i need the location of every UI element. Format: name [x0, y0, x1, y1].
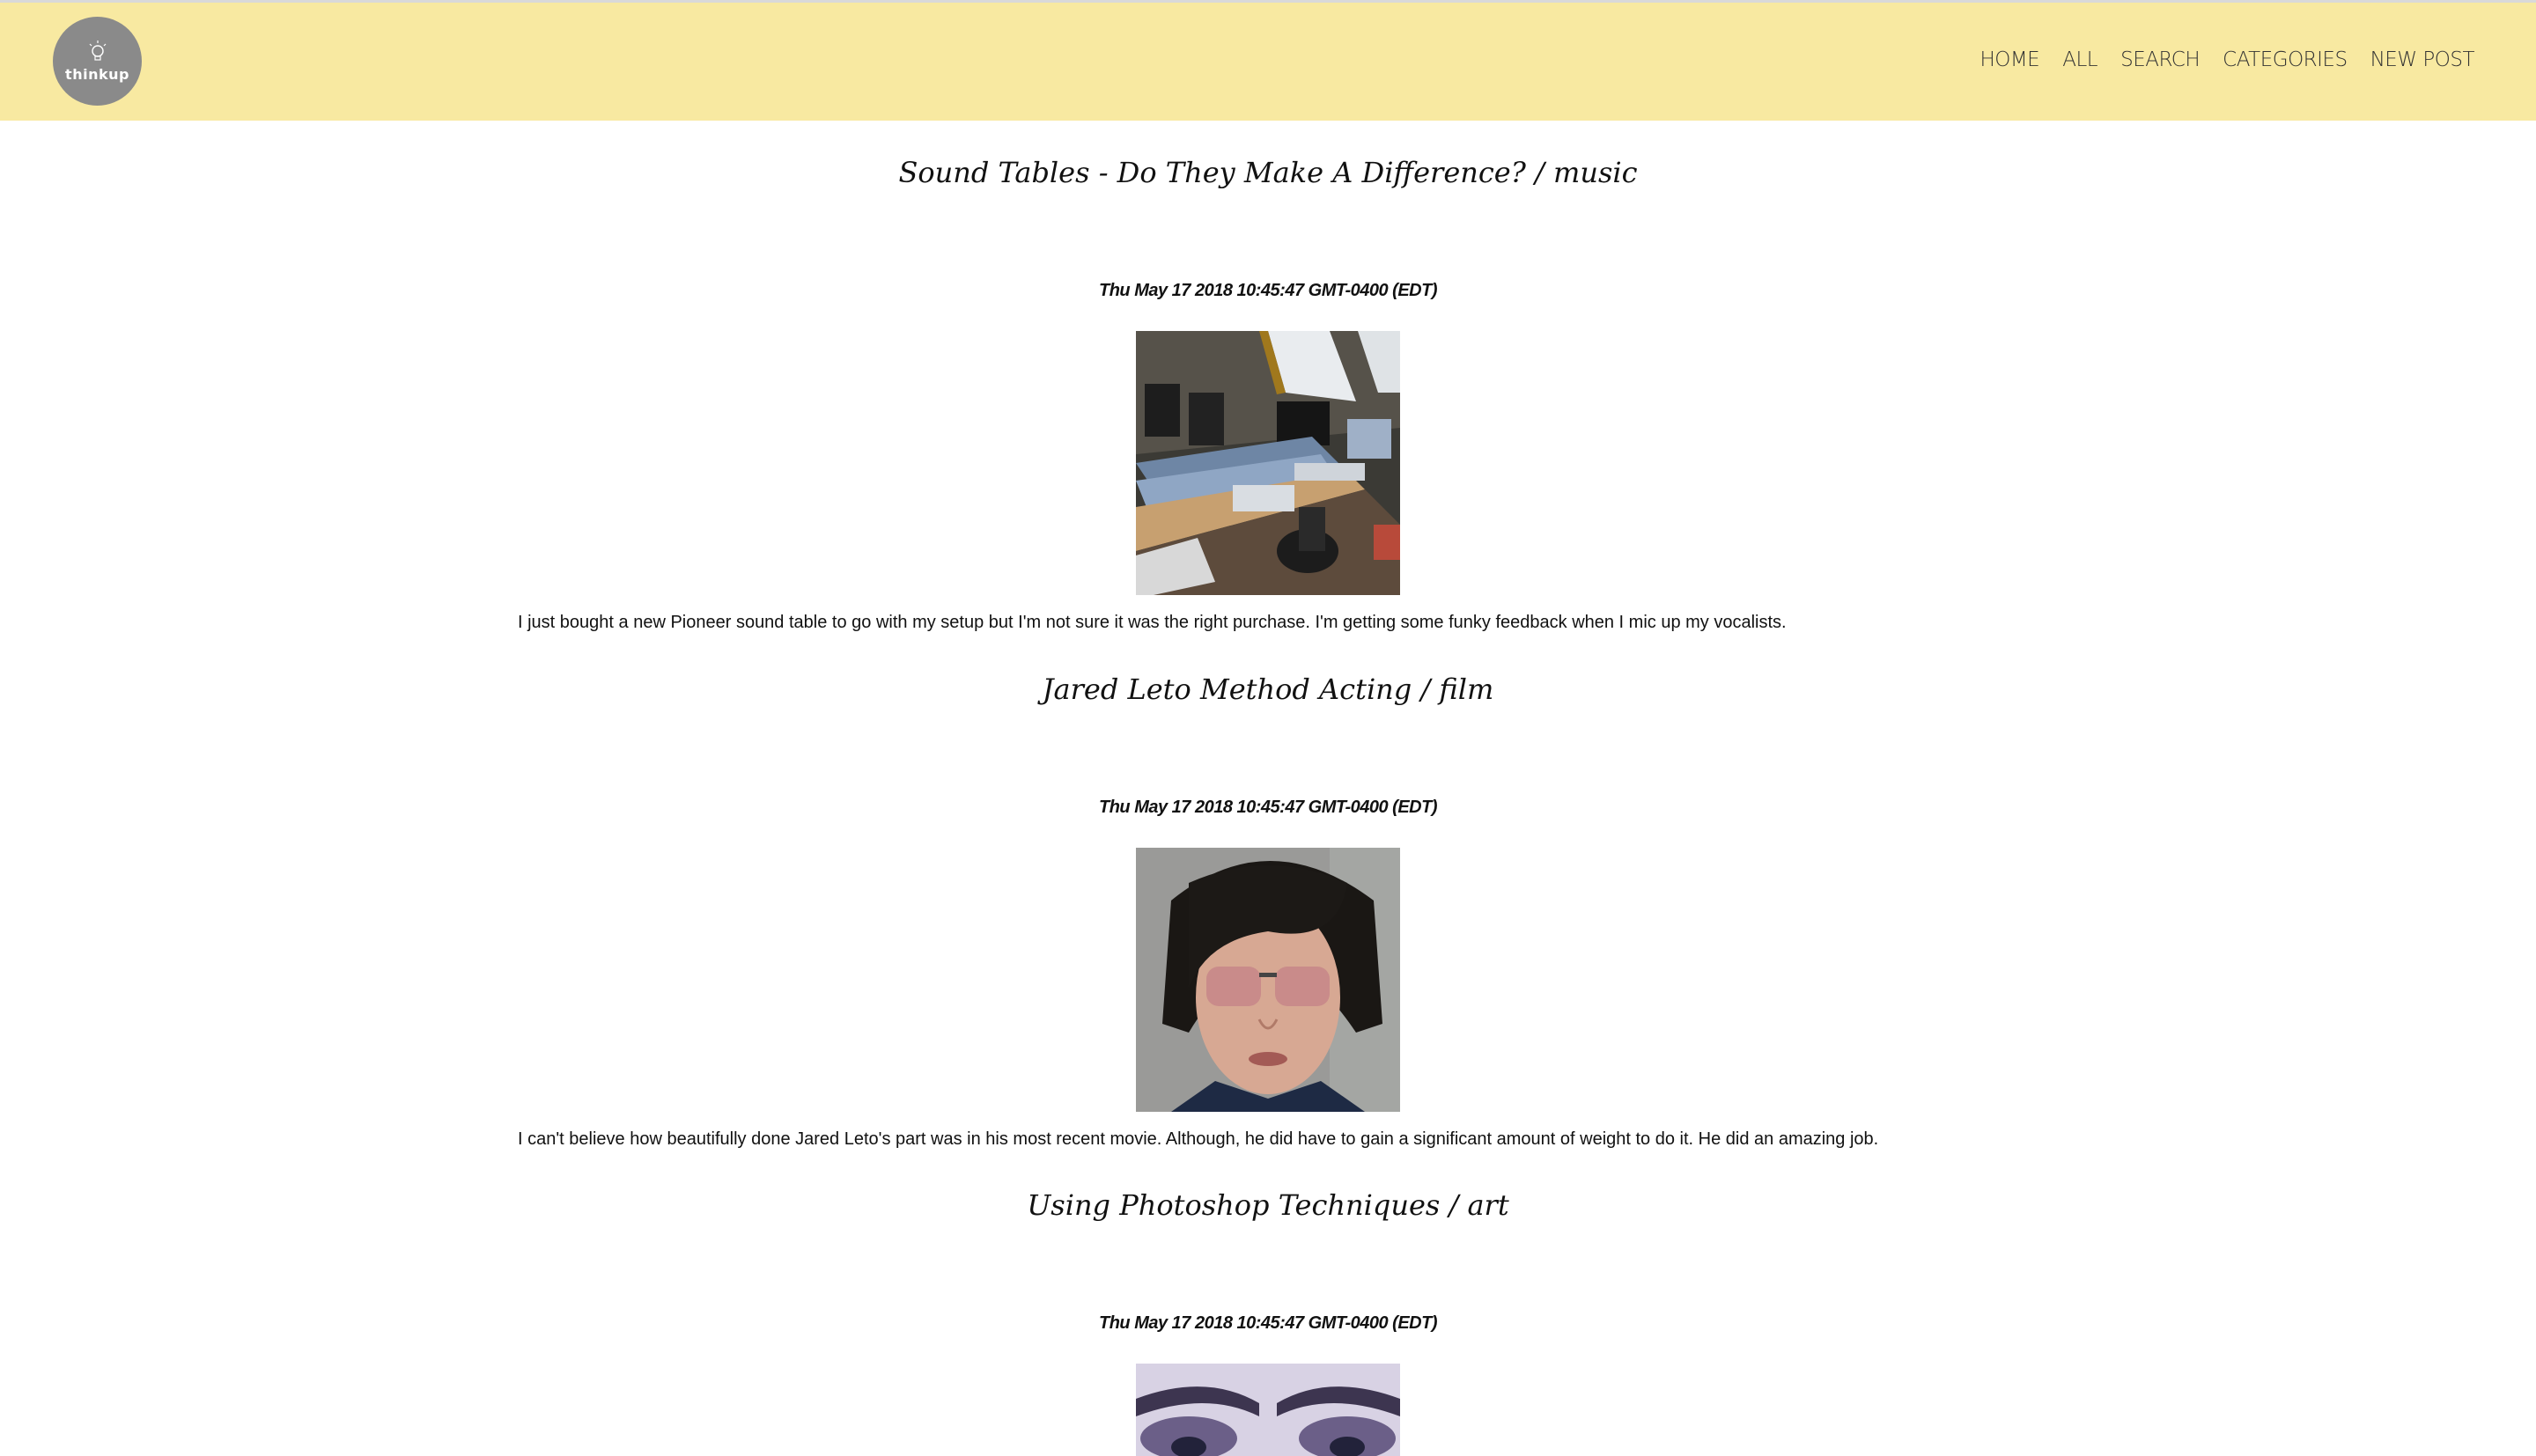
- eyes-makeup-photo: [1136, 1364, 1400, 1456]
- nav-all[interactable]: ALL: [2062, 48, 2097, 71]
- nav-categories[interactable]: CATEGORIES: [2223, 48, 2348, 71]
- post-title[interactable]: Using Photoshop Techniques / art: [0, 1188, 2536, 1222]
- post-body: I can't believe how beautifully done Jar…: [518, 1129, 1879, 1149]
- post-title[interactable]: Jared Leto Method Acting / film: [0, 673, 2536, 706]
- post-title[interactable]: Sound Tables - Do They Make A Difference…: [0, 156, 2536, 189]
- thinkup-logo[interactable]: thinkup: [53, 17, 142, 106]
- nav-home[interactable]: HOME: [1979, 48, 2039, 71]
- logo-text: thinkup: [65, 66, 129, 83]
- site-header: thinkup HOME ALL SEARCH CATEGORIES NEW P…: [0, 0, 2536, 121]
- post-date: Thu May 17 2018 10:45:47 GMT-0400 (EDT): [1099, 798, 1438, 817]
- post-image: [1136, 848, 1400, 1112]
- nav-new-post[interactable]: NEW POST: [2370, 48, 2475, 71]
- recording-studio-photo: [1136, 331, 1400, 595]
- nav-search[interactable]: SEARCH: [2120, 48, 2201, 71]
- post-image: [1136, 331, 1400, 595]
- lightbulb-icon: [89, 40, 107, 61]
- post-date: Thu May 17 2018 10:45:47 GMT-0400 (EDT): [1099, 1313, 1438, 1333]
- post-body: I just bought a new Pioneer sound table …: [518, 613, 1787, 632]
- main-nav: HOME ALL SEARCH CATEGORIES NEW POST: [1979, 48, 2474, 71]
- portrait-with-sunglasses-photo: [1136, 848, 1400, 1112]
- post-image: [1136, 1364, 1400, 1456]
- post-date: Thu May 17 2018 10:45:47 GMT-0400 (EDT): [1099, 281, 1438, 300]
